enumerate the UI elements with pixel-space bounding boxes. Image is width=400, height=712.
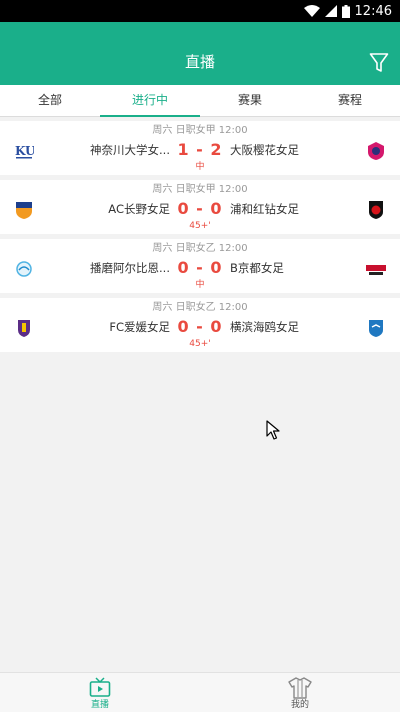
- page-title: 直播: [184, 53, 215, 71]
- match-card[interactable]: 周六 日职女乙 12:00 FC爱媛女足 0 - 0 45+' 横滨海鸥女足: [0, 298, 400, 352]
- home-team: 播磨阿尔比恩...: [90, 261, 170, 275]
- ac-nagano-logo-icon: [14, 200, 34, 220]
- status-time: 12:46: [354, 3, 392, 19]
- home-team: 神奈川大学女...: [90, 143, 170, 157]
- match-league: 周六 日职女甲 12:00: [152, 184, 248, 195]
- match-card[interactable]: 周六 日职女乙 12:00 播磨阿尔比恩... 0 - 0 中 B京都女足: [0, 239, 400, 293]
- match-status: 中: [195, 162, 205, 172]
- tab-all[interactable]: 全部: [0, 85, 100, 116]
- match-league: 周六 日职女乙 12:00: [152, 302, 248, 313]
- home-team: AC长野女足: [108, 202, 170, 216]
- fc-imabari-logo-icon: [14, 318, 34, 338]
- nav-profile[interactable]: 我的: [200, 673, 400, 712]
- match-score: 0 - 0: [177, 317, 223, 336]
- urawa-reds-logo-icon: [366, 200, 386, 220]
- jersey-icon: [288, 677, 312, 699]
- nav-live-label: 直播: [90, 700, 109, 710]
- mouse-cursor-icon: [266, 420, 280, 440]
- away-team: B京都女足: [230, 261, 284, 275]
- match-status: 45+': [189, 339, 211, 349]
- wifi-icon: [303, 5, 320, 17]
- nav-live[interactable]: 直播: [0, 673, 200, 712]
- home-team: FC爱媛女足: [109, 320, 170, 334]
- cerezo-osaka-logo-icon: [366, 141, 386, 161]
- harima-albion-logo-icon: [14, 259, 34, 279]
- match-score: 0 - 0: [177, 258, 223, 277]
- tv-icon: [88, 677, 112, 699]
- status-bar: 12:46: [0, 0, 400, 22]
- kanagawa-university-logo-icon: KU: [14, 141, 34, 161]
- tab-schedule[interactable]: 赛程: [300, 85, 400, 116]
- match-score: 1 - 2: [177, 140, 223, 159]
- app-bar: 直播: [0, 22, 400, 85]
- match-score: 0 - 0: [177, 199, 223, 218]
- filter-icon: [369, 53, 389, 78]
- away-team: 浦和红钻女足: [230, 202, 299, 216]
- tab-bar: 全部 进行中 赛果 赛程: [0, 85, 400, 117]
- away-team: 大阪樱花女足: [230, 143, 299, 157]
- match-card[interactable]: 周六 日职女甲 12:00 AC长野女足 0 - 0 45+' 浦和红钻女足: [0, 180, 400, 234]
- away-team: 横滨海鸥女足: [230, 320, 299, 334]
- tab-in-progress[interactable]: 进行中: [100, 85, 200, 117]
- match-card[interactable]: 周六 日职女甲 12:00 KU 神奈川大学女... 1 - 2 中 大阪樱花女…: [0, 121, 400, 175]
- yokohama-seagulls-logo-icon: [366, 318, 386, 338]
- battery-icon: [341, 4, 350, 18]
- match-league: 周六 日职女甲 12:00: [152, 125, 248, 136]
- bunnys-kyoto-logo-icon: [366, 259, 386, 279]
- match-status: 45+': [189, 221, 211, 231]
- match-league: 周六 日职女乙 12:00: [152, 243, 248, 254]
- signal-icon: [324, 5, 337, 17]
- match-status: 中: [195, 280, 205, 290]
- filter-button[interactable]: [369, 52, 389, 74]
- bottom-navigation: 直播 我的: [0, 672, 400, 712]
- nav-profile-label: 我的: [290, 700, 309, 710]
- svg-text:KU: KU: [15, 144, 34, 158]
- tab-results[interactable]: 赛果: [200, 85, 300, 116]
- match-list: 周六 日职女甲 12:00 KU 神奈川大学女... 1 - 2 中 大阪樱花女…: [0, 121, 400, 357]
